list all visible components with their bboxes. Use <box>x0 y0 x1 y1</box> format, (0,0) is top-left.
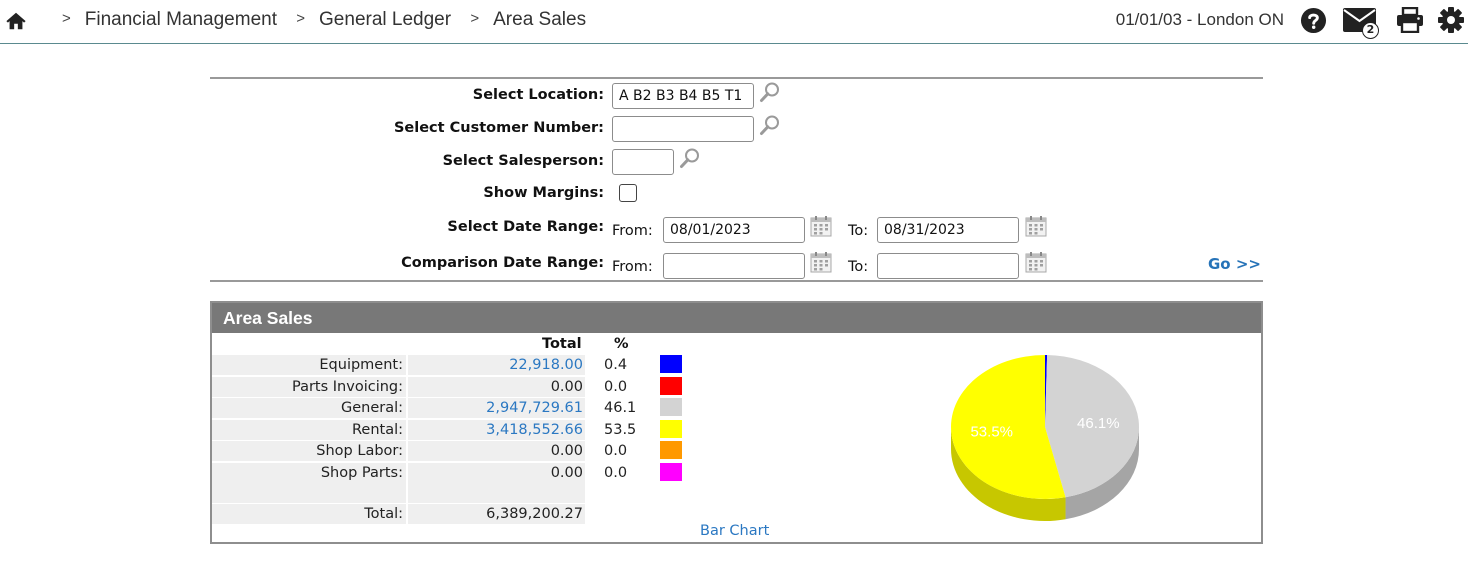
top-bar: > Financial Management > General Ledger > A… <box>0 0 1468 44</box>
comparison-to-label: To: <box>848 259 869 275</box>
row-percent: 46.1 <box>604 400 637 417</box>
header-tools: 01/01/03 - London ON 2 <box>1116 0 1468 44</box>
salesperson-search-icon[interactable] <box>679 147 701 169</box>
show-margins-label: Show Margins: <box>483 185 604 201</box>
mail-count-badge: 2 <box>1362 22 1379 39</box>
date-range-label: Select Date Range: <box>447 219 604 235</box>
show-margins-checkbox[interactable] <box>619 184 637 202</box>
date-to-calendar-icon[interactable] <box>1025 215 1047 237</box>
form-top-divider <box>210 77 1263 79</box>
date-location: 01/01/03 - London ON <box>1115 10 1284 29</box>
row-label: Shop Parts: <box>212 463 406 483</box>
row-color-swatch <box>660 376 682 395</box>
gear-icon[interactable] <box>1438 7 1464 37</box>
row-total[interactable]: 2,947,729.61 <box>408 398 585 419</box>
breadcrumb-separator: > <box>62 10 71 27</box>
customer-number-input[interactable] <box>612 116 754 142</box>
location-search-icon[interactable] <box>759 81 781 103</box>
row-percent: 0.4 <box>604 357 628 373</box>
row-label: Parts Invoicing: <box>212 376 406 397</box>
pie-slice-label: 53.5% <box>970 424 1013 441</box>
comparison-from-input[interactable] <box>663 253 805 279</box>
comparison-to-calendar-icon[interactable] <box>1025 251 1047 273</box>
breadcrumb-separator: > <box>470 10 480 27</box>
total-value: 6,389,200.27 <box>408 504 585 524</box>
location-label: Select Location: <box>472 87 604 103</box>
blank-value-cell <box>408 483 585 503</box>
row-total: 0.00 <box>408 376 585 397</box>
row-total: 0.00 <box>408 463 585 483</box>
total-label: Total: <box>212 504 406 524</box>
form-bottom-divider <box>210 280 1263 282</box>
comparison-from-calendar-icon[interactable] <box>810 251 832 273</box>
row-percent: 0.0 <box>604 378 628 395</box>
location-input[interactable] <box>612 83 754 109</box>
pie-chart: 46.1% 53.5% <box>950 355 1140 527</box>
area-sales-panel: Area Sales Total % Equipment: 22,918.00 0.… <box>210 301 1263 544</box>
row-label: General: <box>212 398 406 419</box>
row-percent: 0.0 <box>604 465 628 481</box>
row-color-swatch <box>660 441 682 460</box>
row-color-swatch <box>660 419 682 438</box>
pie-chart-svg: 46.1% 53.5% <box>951 355 1139 521</box>
row-label: Rental: <box>212 419 406 440</box>
row-total[interactable]: 3,418,552.66 <box>408 419 585 440</box>
percent-column-header: % <box>614 336 629 352</box>
row-total[interactable]: 22,918.00 <box>408 355 585 375</box>
date-from-calendar-icon[interactable] <box>810 215 832 237</box>
row-color-swatch <box>660 355 682 373</box>
total-column-header: Total <box>542 336 582 352</box>
comparison-from-label: From: <box>612 259 653 275</box>
breadcrumb-general-ledger[interactable]: General Ledger <box>319 9 451 30</box>
row-percent: 53.5 <box>604 421 637 438</box>
date-from-label: From: <box>612 223 653 239</box>
breadcrumb: > Financial Management > General Ledger > A… <box>62 9 600 31</box>
row-percent: 0.0 <box>604 443 628 460</box>
home-icon[interactable] <box>5 10 27 32</box>
customer-search-icon[interactable] <box>759 114 781 136</box>
breadcrumb-financial-management[interactable]: Financial Management <box>85 9 277 30</box>
breadcrumb-separator: > <box>296 10 306 27</box>
comparison-to-input[interactable] <box>877 253 1019 279</box>
help-icon[interactable] <box>1300 7 1327 38</box>
customer-number-label: Select Customer Number: <box>393 120 604 136</box>
row-total: 0.00 <box>408 441 585 462</box>
comparison-range-label: Comparison Date Range: <box>401 255 604 271</box>
bar-chart-link[interactable]: Bar Chart <box>700 523 769 539</box>
row-color-swatch <box>660 398 682 417</box>
print-icon[interactable] <box>1396 6 1424 37</box>
salesperson-label: Select Salesperson: <box>442 153 604 169</box>
salesperson-input[interactable] <box>612 149 674 175</box>
go-button[interactable]: Go >> <box>1208 255 1261 273</box>
mail-icon[interactable]: 2 <box>1343 8 1379 39</box>
date-to-input[interactable] <box>877 217 1019 243</box>
breadcrumb-area-sales: Area Sales <box>493 9 587 30</box>
blank-label-cell <box>212 483 406 503</box>
date-from-input[interactable] <box>663 217 805 243</box>
date-to-label: To: <box>848 223 869 239</box>
row-color-swatch <box>660 463 682 481</box>
panel-title: Area Sales <box>212 303 1261 333</box>
row-label: Equipment: <box>212 355 406 375</box>
row-label: Shop Labor: <box>212 441 406 462</box>
pie-slice-label: 46.1% <box>1077 415 1120 432</box>
